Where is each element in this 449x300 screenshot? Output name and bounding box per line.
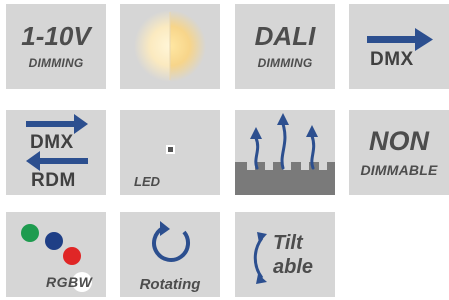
able-label: able [273, 256, 314, 278]
rotating-label: Rotating [139, 276, 201, 293]
tile-rotating: Rotating [120, 212, 220, 297]
led-label: LED [134, 174, 160, 189]
tile-heat-dissipation [235, 110, 335, 195]
tile-subtitle: DIMMING [28, 56, 84, 70]
tile-dmx: DMX [349, 4, 449, 89]
tile-subtitle: DIMMING [257, 56, 313, 70]
tile-1-10v-dimming: 1-10V DIMMING [6, 4, 106, 89]
tile-title: DALI [254, 21, 316, 51]
tile-title: 1-10V [21, 21, 91, 51]
tile-tiltable: Tilt able [235, 212, 335, 297]
tile-dmx-rdm: DMX RDM [6, 110, 106, 195]
tile-non-dimmable: NON DIMMABLE [349, 110, 449, 195]
dmx-label: DMX [370, 49, 414, 70]
tile-dali-dimming: DALI DIMMING [235, 4, 335, 89]
tile-title: NON [369, 126, 429, 156]
rgbw-label: RGBW [46, 274, 93, 290]
tile-warm-light [120, 4, 220, 89]
tilt-label: Tilt [273, 232, 303, 254]
dmx-label: DMX [30, 132, 74, 153]
rdm-label: RDM [31, 170, 76, 191]
tile-led: LED [120, 110, 220, 195]
arrow-right-icon [367, 28, 433, 51]
heat-sink-icon [235, 113, 335, 195]
tile-rgbw: RGBW [6, 212, 106, 297]
tile-subtitle: DIMMABLE [360, 162, 438, 178]
warm-light-icon [134, 10, 206, 82]
